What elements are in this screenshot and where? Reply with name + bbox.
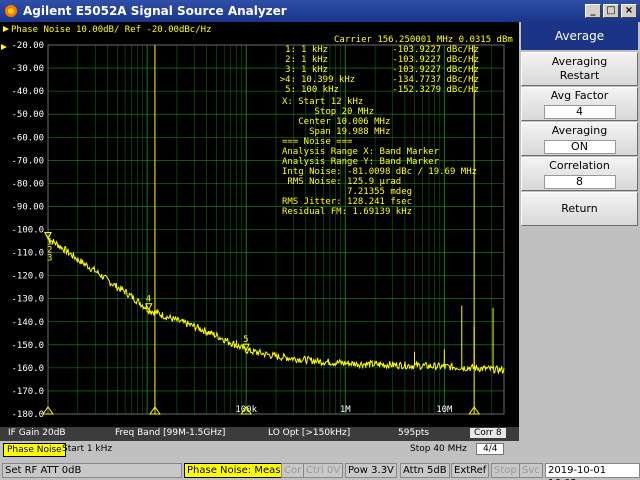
y-tick-label: -90.00: [11, 202, 44, 212]
analysis-line: Center 10.006 MHz: [282, 117, 390, 127]
title-bar: Agilent E5052A Signal Source Analyzer _ …: [0, 0, 640, 22]
marker-label: 3: [47, 254, 52, 264]
y-tick-label: -110.0: [11, 249, 44, 259]
averaging-label: Averaging: [551, 124, 608, 137]
status-svc: Svc: [519, 463, 543, 478]
status-ctrl: Ctrl 0V: [303, 463, 344, 478]
analysis-line: Residual FM: 1.69139 kHz: [282, 207, 412, 217]
marker-table-value: -103.9227 dBc/Hz: [392, 55, 479, 65]
y-tick-label: -100.0: [11, 226, 44, 236]
y-tick-label: -60.00: [11, 133, 44, 143]
marker-table-freq: 1 kHz: [301, 65, 328, 75]
status-set-rf: Set RF ATT 0dB: [2, 463, 182, 478]
correlation-setting[interactable]: Corr 8: [470, 428, 506, 438]
analysis-line: X: Start 12 kHz: [282, 97, 363, 107]
freq-band-setting[interactable]: Freq Band [99M-1.5GHz]: [115, 428, 225, 438]
phase-noise-plot[interactable]: Phase Noise 10.00dB/ Ref -20.00dBc/Hz Ca…: [0, 22, 519, 427]
correlation-label: Correlation: [549, 159, 610, 172]
status-cor: Cor: [281, 463, 305, 478]
settings-bar: IF Gain 20dB Freq Band [99M-1.5GHz] LO O…: [0, 427, 519, 441]
trace-header: Phase Noise 10.00dB/ Ref -20.00dBc/Hz: [3, 25, 211, 35]
plot-canvas[interactable]: Phase Noise 10.00dB/ Ref -20.00dBc/Hz Ca…: [0, 22, 519, 427]
y-tick-label: -70.00: [11, 156, 44, 166]
marker-table-value: -152.3279 dBc/Hz: [392, 85, 479, 95]
averaging-value: ON: [543, 140, 616, 154]
y-tick-label: -180.0: [11, 410, 44, 420]
marker-table-freq: 1 kHz: [301, 55, 328, 65]
status-attn: Attn 5dB: [400, 463, 450, 478]
averaging-restart-label-1: Averaging: [551, 55, 608, 68]
x-tick-label: 10M: [436, 405, 453, 415]
minimize-button[interactable]: _: [585, 4, 601, 18]
y-tick-label: -20.00: [11, 41, 44, 51]
analysis-line: 7.21355 mdeg: [282, 187, 412, 197]
marker-table-id: 5:: [285, 85, 296, 95]
analysis-line: Analysis Range X: Band Marker: [282, 147, 440, 157]
y-tick-label: -140.0: [11, 318, 44, 328]
stop-frequency[interactable]: Stop 40 MHz: [410, 444, 467, 454]
marker-table-id: >4:: [280, 75, 296, 85]
y-tick-label: -80.00: [11, 179, 44, 189]
status-extref: ExtRef: [451, 463, 490, 478]
status-stop: Stop: [491, 463, 520, 478]
marker-label: 5: [243, 335, 248, 345]
status-mode: Phase Noise: Meas: [184, 463, 284, 478]
avg-factor-value: 4: [543, 105, 616, 119]
averaging-restart-label-2: Restart: [559, 69, 600, 82]
marker-label: 4: [146, 295, 151, 305]
y-tick-label: -30.00: [11, 64, 44, 74]
y-tick-label: -160.0: [11, 364, 44, 374]
analysis-line: Span 19.988 MHz: [282, 127, 390, 137]
lo-opt-setting[interactable]: LO Opt [>150kHz]: [268, 428, 350, 438]
trace-header-text: Phase Noise 10.00dB/ Ref -20.00dBc/Hz: [11, 25, 211, 35]
softkey-panel: Average Averaging Restart Avg Factor 4 A…: [519, 22, 640, 427]
marker-table-freq: 100 kHz: [301, 85, 339, 95]
marker-table-value: -134.7737 dBc/Hz: [392, 75, 479, 85]
window-title: Agilent E5052A Signal Source Analyzer: [23, 4, 287, 18]
marker-table-id: 1:: [285, 45, 296, 55]
status-bar: Set RF ATT 0dB Phase Noise: Meas Cor Ctr…: [0, 461, 640, 480]
return-label: Return: [561, 202, 598, 215]
averaging-toggle-button[interactable]: Averaging ON: [521, 122, 638, 156]
y-tick-label: -170.0: [11, 387, 44, 397]
agilent-logo-icon: [5, 5, 17, 17]
analysis-line: RMS Noise: 125.9 µrad: [282, 177, 401, 187]
points-setting[interactable]: 595pts: [398, 428, 429, 438]
return-button[interactable]: Return: [521, 192, 638, 226]
close-button[interactable]: ×: [621, 4, 637, 18]
averaging-restart-button[interactable]: Averaging Restart: [521, 52, 638, 86]
correlation-button[interactable]: Correlation 8: [521, 157, 638, 191]
y-tick-label: -150.0: [11, 341, 44, 351]
status-pow: Pow 3.3V: [345, 463, 397, 478]
carrier-readout: Carrier 156.250001 MHz 0.0315 dBm: [334, 35, 513, 45]
x-tick-label: 1M: [340, 405, 351, 415]
maximize-button[interactable]: □: [603, 4, 619, 18]
analysis-line: === Noise ===: [282, 137, 353, 147]
analysis-line: Intg Noise: -81.0098 dBc / 19.69 MHz: [282, 167, 477, 177]
marker-table-freq: 10.399 kHz: [301, 75, 355, 85]
analysis-line: RMS Jitter: 128.241 fsec: [282, 197, 412, 207]
status-datetime: 2019-10-01 16:02: [545, 463, 640, 480]
if-gain-setting[interactable]: IF Gain 20dB: [8, 428, 66, 438]
average-count: 4/4: [476, 443, 505, 455]
marker-table-value: -103.9227 dBc/Hz: [392, 45, 479, 55]
y-tick-label: -120.0: [11, 272, 44, 282]
marker-table-id: 2:: [285, 55, 296, 65]
active-trace-label[interactable]: Phase Noise: [3, 443, 66, 457]
avg-factor-button[interactable]: Avg Factor 4: [521, 87, 638, 121]
avg-factor-label: Avg Factor: [550, 89, 609, 102]
marker-table-value: -103.9227 dBc/Hz: [392, 65, 479, 75]
softkey-menu-title: Average: [521, 22, 638, 50]
correlation-value: 8: [543, 175, 616, 189]
y-tick-label: -130.0: [11, 295, 44, 305]
start-frequency[interactable]: Start 1 kHz: [62, 444, 112, 454]
y-tick-label: -50.00: [11, 110, 44, 120]
y-tick-label: -40.00: [11, 87, 44, 97]
analysis-line: Analysis Range Y: Band Marker: [282, 157, 440, 167]
marker-table-freq: 1 kHz: [301, 45, 328, 55]
marker-table-id: 3:: [285, 65, 296, 75]
analysis-line: Stop 20 MHz: [282, 107, 374, 117]
sweep-bar: Phase Noise Start 1 kHz Stop 40 MHz 4/4: [0, 442, 519, 458]
